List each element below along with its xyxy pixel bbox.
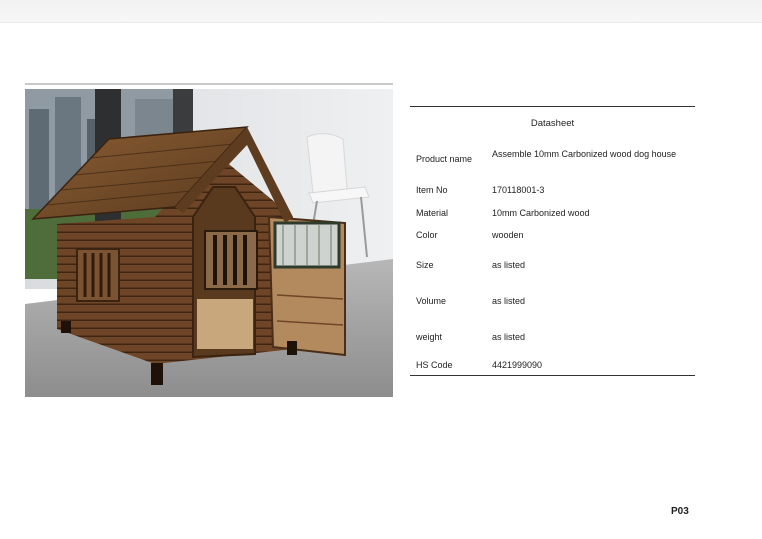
- row-value: 4421999090: [492, 360, 543, 370]
- row-label: HS Code: [416, 360, 453, 370]
- row-label: Material: [416, 208, 449, 218]
- photo-top-rule: [25, 83, 393, 85]
- row-value: Assemble 10mm Carbonized wood dog house: [492, 149, 677, 159]
- top-band: [0, 0, 762, 23]
- datasheet-bottom-rule: [410, 375, 695, 376]
- row-label: Product name: [416, 154, 473, 164]
- product-photo: [25, 89, 393, 397]
- row-label: weight: [416, 332, 443, 342]
- row-value: as listed: [492, 260, 526, 270]
- page-number: P03: [671, 506, 689, 517]
- row-label: Size: [416, 260, 434, 270]
- row-value: as listed: [492, 332, 526, 342]
- datasheet-top-rule: [410, 106, 695, 107]
- row-label: Volume: [416, 296, 447, 306]
- row-label: Item No: [416, 185, 448, 195]
- datasheet-table: Datasheet Product name Assemble 10mm Car…: [410, 106, 695, 376]
- row-value: wooden: [492, 230, 524, 240]
- datasheet-title: Datasheet: [530, 118, 575, 129]
- row-value: 170118001-3: [492, 185, 545, 195]
- row-label: Color: [416, 230, 438, 240]
- row-value: 10mm Carbonized wood: [492, 208, 590, 218]
- row-value: as listed: [492, 296, 526, 306]
